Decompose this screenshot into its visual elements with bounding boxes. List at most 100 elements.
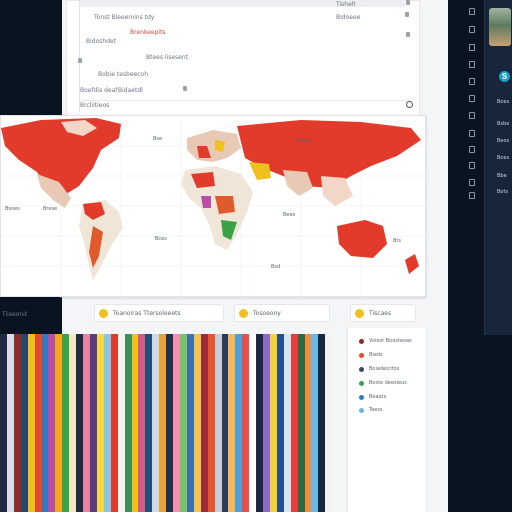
color-stripe <box>221 334 229 512</box>
rail-icon[interactable] <box>469 146 475 153</box>
world-map[interactable] <box>1 116 427 298</box>
row-separator <box>80 100 410 101</box>
rail-icon[interactable] <box>469 95 475 102</box>
color-stripe <box>145 334 153 512</box>
rail-icon[interactable] <box>469 8 475 15</box>
legend-label: Teess <box>369 407 383 413</box>
legend-item[interactable]: Teess <box>359 407 383 413</box>
list-row[interactable]: Bidaetdl <box>118 87 143 94</box>
region-southeast-asia[interactable] <box>321 176 353 206</box>
list-row[interactable]: Brenkeepits <box>130 29 166 36</box>
marker-icon[interactable] <box>406 0 410 5</box>
color-stripe <box>34 334 42 512</box>
legend-swatch <box>359 352 364 358</box>
rail-icon[interactable] <box>469 78 475 85</box>
map-label: Bsoes <box>5 206 20 212</box>
marker-icon[interactable] <box>183 86 187 91</box>
info-icon <box>355 308 364 318</box>
color-stripe <box>304 334 312 512</box>
marker-icon[interactable] <box>406 32 410 37</box>
legend-item[interactable]: Voiest Boosteoas <box>359 338 412 344</box>
legend-label: Voiest Boosteoas <box>369 338 412 344</box>
search-icon[interactable] <box>406 101 413 108</box>
color-stripe <box>20 334 28 512</box>
rail-icon[interactable] <box>469 112 475 119</box>
color-stripe <box>152 334 160 512</box>
color-stripe <box>276 334 284 512</box>
rail-icon[interactable] <box>469 192 475 199</box>
legend-pill[interactable]: Tiscaes <box>350 304 416 322</box>
divider <box>79 0 80 112</box>
region-new-zealand[interactable] <box>405 254 419 274</box>
skype-icon[interactable]: S <box>499 71 510 82</box>
screen: Tonst Bleeemins tdy Brenkeepits Bidoshde… <box>0 0 512 512</box>
rail-icon[interactable] <box>469 130 475 137</box>
color-stripe <box>69 334 77 512</box>
color-stripe <box>27 334 35 512</box>
color-stripe <box>283 334 291 512</box>
color-stripe <box>117 334 125 512</box>
sidebar-item-label[interactable]: Bbe <box>497 173 507 179</box>
thumbnail-image[interactable] <box>489 8 511 46</box>
color-stripe <box>263 334 270 512</box>
map-label: Bmes <box>297 138 311 144</box>
legend-pill[interactable]: Tosoeony <box>234 304 330 322</box>
list-row[interactable]: Tonst Bleeemins tdy <box>94 14 154 21</box>
color-stripe <box>228 334 236 512</box>
legend-item[interactable]: Boiadeicitos <box>359 366 399 372</box>
color-stripe <box>311 334 319 512</box>
info-icon <box>99 308 108 318</box>
rail-icon[interactable] <box>469 179 475 186</box>
color-stripe <box>89 334 97 512</box>
color-stripe <box>256 334 264 512</box>
list-row[interactable]: Brcliitieos <box>80 102 109 109</box>
legend-item[interactable]: Boste deesieus <box>359 380 407 386</box>
list-row[interactable]: Bobie tesbeecoh <box>98 71 148 78</box>
list-row[interactable]: Bidoshdet <box>86 38 116 45</box>
region-europe[interactable] <box>187 130 241 162</box>
sidebar-item-label[interactable]: Boes <box>497 155 509 161</box>
color-stripe <box>131 334 139 512</box>
legend-item[interactable]: Beaats <box>359 394 386 400</box>
rail-icon[interactable] <box>469 61 475 68</box>
color-stripe <box>159 334 167 512</box>
sidebar-item-label[interactable]: Beos <box>497 138 509 144</box>
region-north-america[interactable] <box>1 118 121 196</box>
list-row[interactable]: Btees lisesent <box>146 54 188 61</box>
color-stripe <box>6 334 14 512</box>
header-strip <box>80 0 405 7</box>
color-stripe <box>41 334 49 512</box>
color-stripe <box>207 334 215 512</box>
pill-row-label: Tiiseonit <box>2 311 28 318</box>
color-stripe <box>62 334 70 512</box>
color-stripe <box>96 334 104 512</box>
sidebar-item-label[interactable]: Boes <box>497 99 509 105</box>
color-stripe <box>200 334 208 512</box>
sidebar-item-label[interactable]: Bots <box>497 189 508 195</box>
legend-pill[interactable]: Toanoiras Ttersoleeets <box>94 304 224 322</box>
legend-item[interactable]: Bieds <box>359 352 383 358</box>
legend-label: Boiadeicitos <box>369 366 400 372</box>
world-map-card: Bsoes Brese Bse Bces Bees Bts Bsd Bmes <box>0 115 427 298</box>
region-africa[interactable] <box>181 166 253 250</box>
marker-icon[interactable] <box>405 12 409 17</box>
color-stripe <box>0 334 7 512</box>
sidebar-item-label[interactable]: Bsbe <box>497 121 509 127</box>
region-middle-east[interactable] <box>249 162 271 180</box>
pill-label: Tiscaes <box>369 309 392 317</box>
marker-icon[interactable] <box>78 58 82 63</box>
list-row[interactable]: Boefdis deaf <box>80 87 117 94</box>
color-stripe <box>138 334 146 512</box>
color-stripes-chart <box>0 334 333 512</box>
region-australia[interactable] <box>337 220 387 258</box>
column-value: Bidoeee <box>336 14 361 21</box>
color-stripe <box>269 334 277 512</box>
color-stripe <box>173 334 180 512</box>
rail-icon[interactable] <box>469 26 475 33</box>
legend-swatch <box>359 380 364 386</box>
rail-icon[interactable] <box>469 162 475 169</box>
color-stripe <box>110 334 118 512</box>
rail-icon[interactable] <box>469 44 475 51</box>
column-header: Tishelt <box>336 1 356 8</box>
info-icon <box>239 308 248 318</box>
